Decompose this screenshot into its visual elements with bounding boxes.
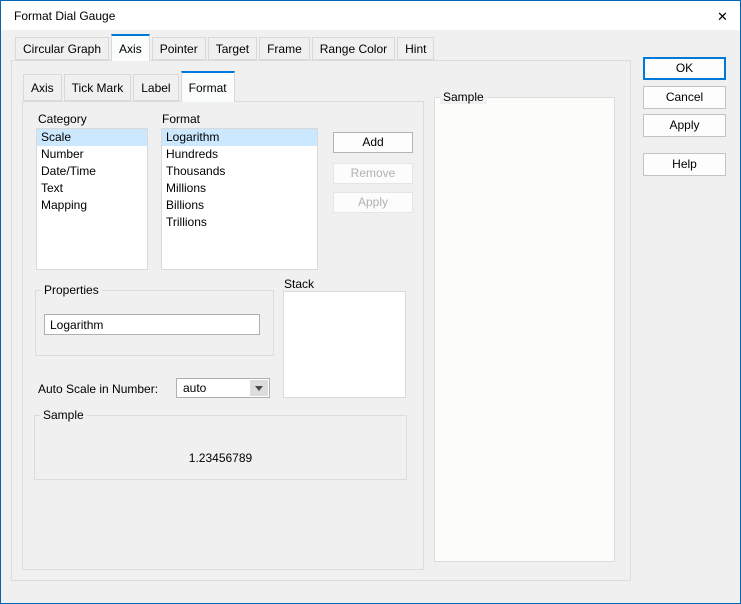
tab-hint[interactable]: Hint [397,37,435,60]
preview-sample-label: Sample [440,90,487,104]
format-item-hundreds[interactable]: Hundreds [162,146,317,163]
format-item-logarithm[interactable]: Logarithm [162,129,317,146]
format-dial-gauge-dialog: Format Dial Gauge ✕ Circular Graph Axis … [0,0,741,604]
format-label: Format [162,112,201,126]
dropdown-arrow-icon[interactable] [250,380,268,396]
apply-format-button[interactable]: Apply [333,192,413,213]
stack-label: Stack [284,277,315,291]
sample-group-label: Sample [40,408,87,422]
tab-target[interactable]: Target [207,37,258,60]
category-item-number[interactable]: Number [37,146,147,163]
tab-range-color[interactable]: Range Color [311,37,396,60]
format-item-thousands[interactable]: Thousands [162,163,317,180]
close-icon: ✕ [717,9,728,24]
format-item-billions[interactable]: Billions [162,197,317,214]
auto-scale-value: auto [183,381,207,395]
tab-pointer[interactable]: Pointer [151,37,206,60]
cancel-button[interactable]: Cancel [643,86,726,109]
auto-scale-dropdown[interactable]: auto [176,378,270,398]
properties-group: Properties [35,283,274,356]
sub-tab-bar: Axis Tick Mark Label Format [23,71,237,102]
subtab-axis[interactable]: Axis [23,74,62,101]
preview-sample-group: Sample [434,90,615,562]
tab-frame[interactable]: Frame [259,37,310,60]
format-listbox[interactable]: Logarithm Hundreds Thousands Millions Bi… [161,128,318,270]
ok-button[interactable]: OK [643,57,726,80]
subtab-label[interactable]: Label [133,74,179,101]
stack-listbox[interactable] [283,291,406,398]
subtab-tick-mark[interactable]: Tick Mark [63,74,132,101]
category-label: Category [38,112,87,126]
apply-button[interactable]: Apply [643,114,726,137]
subtab-format[interactable]: Format [180,71,235,102]
tab-circular-graph[interactable]: Circular Graph [15,37,110,60]
add-button[interactable]: Add [333,132,413,153]
sample-group: Sample 1.23456789 [34,408,407,480]
category-item-scale[interactable]: Scale [37,129,147,146]
category-item-text[interactable]: Text [37,180,147,197]
tab-axis[interactable]: Axis [111,34,150,61]
window-title: Format Dial Gauge [14,9,116,23]
sample-value: 1.23456789 [188,451,253,465]
remove-button[interactable]: Remove [333,163,413,184]
properties-input[interactable] [44,314,260,335]
close-button[interactable]: ✕ [711,6,731,26]
category-item-mapping[interactable]: Mapping [37,197,147,214]
auto-scale-label: Auto Scale in Number: [38,382,159,396]
format-item-millions[interactable]: Millions [162,180,317,197]
help-button[interactable]: Help [643,153,726,176]
category-listbox[interactable]: Scale Number Date/Time Text Mapping [36,128,148,270]
format-item-trillions[interactable]: Trillions [162,214,317,231]
title-bar: Format Dial Gauge ✕ [1,1,740,30]
category-item-datetime[interactable]: Date/Time [37,163,147,180]
main-tab-bar: Circular Graph Axis Pointer Target Frame… [15,34,436,61]
properties-group-label: Properties [41,283,102,297]
